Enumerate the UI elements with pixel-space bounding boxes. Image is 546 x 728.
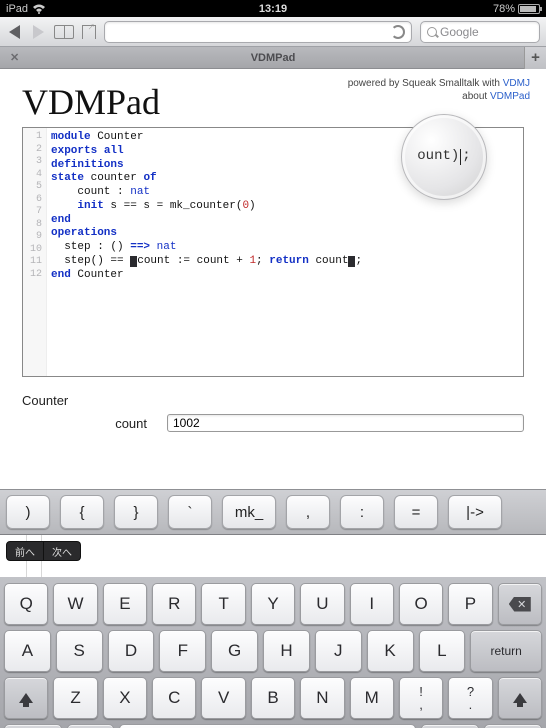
form-next-button[interactable]: 次へ [44,541,81,561]
globe-key[interactable] [67,724,114,728]
key-C[interactable]: C [152,677,196,719]
key-B[interactable]: B [251,677,295,719]
symkey-}[interactable]: } [114,495,158,529]
key-L[interactable]: L [419,630,466,672]
key-P[interactable]: P [448,583,492,625]
key-H[interactable]: H [263,630,310,672]
credit-line: powered by Squeak Smalltalk with VDMJ ab… [348,77,530,103]
page-content: powered by Squeak Smalltalk with VDMJ ab… [0,69,546,489]
key-period[interactable]: ?. [448,677,492,719]
symkey-|->[interactable]: |-> [448,495,502,529]
return-key[interactable]: return [470,630,542,672]
battery-icon [518,4,540,14]
search-icon [427,27,437,37]
key-J[interactable]: J [315,630,362,672]
key-E[interactable]: E [103,583,147,625]
vdmpad-link[interactable]: VDMPad [490,91,530,102]
close-tab-button[interactable]: ✕ [10,51,19,64]
code-area[interactable]: module Counter exports all definitions s… [47,128,362,376]
key-F[interactable]: F [159,630,206,672]
forward-button[interactable] [30,24,46,40]
state-field-label: count [22,416,167,431]
shift-key-right[interactable] [498,677,542,719]
key-T[interactable]: T [201,583,245,625]
space-key[interactable] [119,724,416,728]
mid-strip: 前へ 次へ [0,535,546,577]
key-X[interactable]: X [103,677,147,719]
onscreen-keyboard: QWERTYUIOP✕ ASDFGHJKLreturn ZXCVBNM!,?. … [0,577,546,728]
key-Z[interactable]: Z [53,677,97,719]
ipad-status-bar: iPad 13:19 78% [0,0,546,17]
browser-toolbar: Google [0,17,546,47]
symkey-)[interactable]: ) [6,495,50,529]
state-panel: Counter count [22,393,524,432]
wifi-icon [32,4,46,14]
tab-title: VDMPad [251,52,296,64]
symkey-:[interactable]: : [340,495,384,529]
key-comma[interactable]: !, [399,677,443,719]
key-U[interactable]: U [300,583,344,625]
symkey-{[interactable]: { [60,495,104,529]
tab-bar: ✕ VDMPad + [0,47,546,69]
shift-key[interactable] [4,677,48,719]
search-placeholder: Google [440,25,479,39]
code-editor[interactable]: 123456789101112 module Counter exports a… [22,127,524,377]
form-assist-bar: 前へ 次へ [6,541,81,561]
key-R[interactable]: R [152,583,196,625]
state-title: Counter [22,393,524,408]
url-bar[interactable] [104,21,412,43]
symkey-mk_[interactable]: mk_ [222,495,276,529]
symkey-`[interactable]: ` [168,495,212,529]
battery-pct: 78% [493,3,515,15]
back-button[interactable] [6,24,22,40]
line-gutter: 123456789101112 [23,128,47,376]
key-S[interactable]: S [56,630,103,672]
symbol-key-row: ) {} ` mk_,: = |-> [0,489,546,535]
bookmarks-icon[interactable] [54,25,74,39]
key-V[interactable]: V [201,677,245,719]
clock: 13:19 [259,3,287,15]
key-W[interactable]: W [53,583,97,625]
share-icon[interactable] [82,25,96,39]
form-prev-button[interactable]: 前へ [6,541,44,561]
numeric-key-right[interactable]: .?123 [421,724,479,728]
key-N[interactable]: N [300,677,344,719]
reload-icon[interactable] [391,25,405,39]
backspace-key[interactable]: ✕ [498,583,542,625]
key-M[interactable]: M [350,677,394,719]
key-A[interactable]: A [4,630,51,672]
key-G[interactable]: G [211,630,258,672]
hide-keyboard-key[interactable] [484,724,542,728]
key-Q[interactable]: Q [4,583,48,625]
symkey-,[interactable]: , [286,495,330,529]
key-I[interactable]: I [350,583,394,625]
symkey-=[interactable]: = [394,495,438,529]
numeric-key[interactable]: .?123 [4,724,62,728]
key-K[interactable]: K [367,630,414,672]
key-O[interactable]: O [399,583,443,625]
carrier-label: iPad [6,3,28,15]
new-tab-button[interactable]: + [524,47,546,69]
vdmj-link[interactable]: VDMJ [503,78,530,89]
text-magnifier: ount); [401,114,487,200]
search-bar[interactable]: Google [420,21,540,43]
key-Y[interactable]: Y [251,583,295,625]
key-D[interactable]: D [108,630,155,672]
state-value-input[interactable] [167,414,524,432]
